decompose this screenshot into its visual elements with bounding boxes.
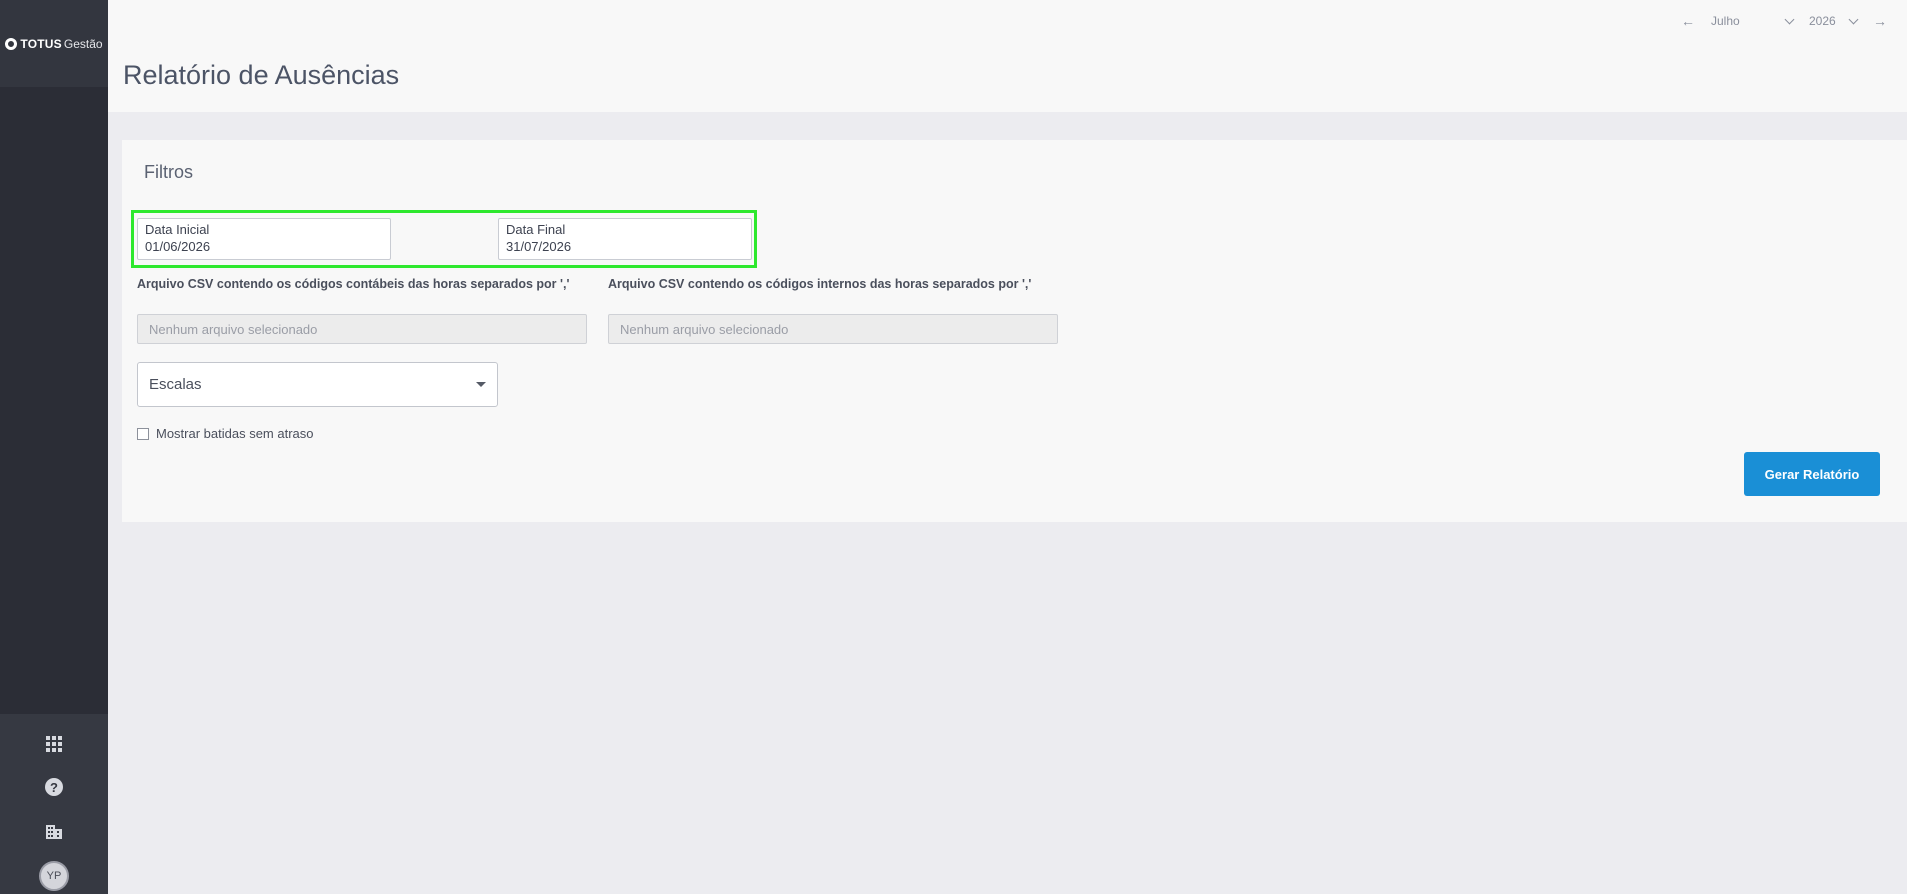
csv-accounting-placeholder: Nenhum arquivo selecionado	[149, 321, 318, 337]
page-title: Relatório de Ausências	[123, 60, 400, 90]
building-icon[interactable]	[42, 819, 66, 843]
caret-down-icon	[476, 382, 486, 387]
avatar[interactable]: YP	[39, 861, 69, 891]
date-end-label: Data Final	[506, 222, 566, 237]
date-end-field[interactable]: Data Final 31/07/2026	[498, 218, 752, 260]
generate-report-button[interactable]: Gerar Relatório	[1744, 452, 1880, 496]
month-select[interactable]: Julho	[1711, 14, 1795, 28]
sidebar: TOTUS Gestão ? YP	[0, 0, 108, 894]
period-navigator: ← Julho 2026 →	[1681, 13, 1887, 29]
csv-accounting-label: Arquivo CSV contendo os códigos contábei…	[137, 277, 570, 291]
help-icon[interactable]: ?	[42, 775, 66, 799]
show-punches-label: Mostrar batidas sem atraso	[156, 426, 314, 441]
date-start-label: Data Inicial	[145, 222, 210, 237]
arrow-left-icon[interactable]: ←	[1681, 13, 1695, 29]
logo-icon	[5, 37, 18, 50]
page-header: Relatório de Ausências ← Julho 2026 →	[108, 0, 1907, 112]
csv-internal-file-input[interactable]: Nenhum arquivo selecionado	[608, 314, 1058, 344]
app-logo[interactable]: TOTUS Gestão	[0, 0, 108, 87]
csv-internal-label: Arquivo CSV contendo os códigos internos…	[608, 277, 1032, 291]
month-value: Julho	[1711, 14, 1740, 28]
year-value: 2026	[1809, 14, 1836, 28]
filters-panel: Filtros Data Inicial 01/06/2026 Data Fin…	[122, 140, 1907, 522]
apps-grid-icon[interactable]	[42, 732, 66, 756]
date-start-value[interactable]: 01/06/2026	[145, 239, 383, 254]
show-punches-option[interactable]: Mostrar batidas sem atraso	[137, 426, 314, 441]
chevron-down-icon	[1784, 14, 1795, 24]
arrow-right-icon[interactable]: →	[1873, 13, 1887, 29]
date-start-field[interactable]: Data Inicial 01/06/2026	[137, 218, 391, 260]
show-punches-checkbox[interactable]	[137, 427, 149, 440]
chevron-down-icon	[1848, 14, 1859, 24]
date-end-value[interactable]: 31/07/2026	[506, 239, 744, 254]
escalas-label: Escalas	[149, 376, 202, 393]
csv-accounting-file-input[interactable]: Nenhum arquivo selecionado	[137, 314, 587, 344]
year-select[interactable]: 2026	[1809, 14, 1859, 28]
csv-internal-placeholder: Nenhum arquivo selecionado	[620, 321, 789, 337]
logo-text: TOTUS	[20, 36, 62, 51]
filters-title: Filtros	[144, 162, 193, 182]
escalas-select[interactable]: Escalas	[137, 362, 498, 407]
logo-subtext: Gestão	[63, 36, 103, 51]
